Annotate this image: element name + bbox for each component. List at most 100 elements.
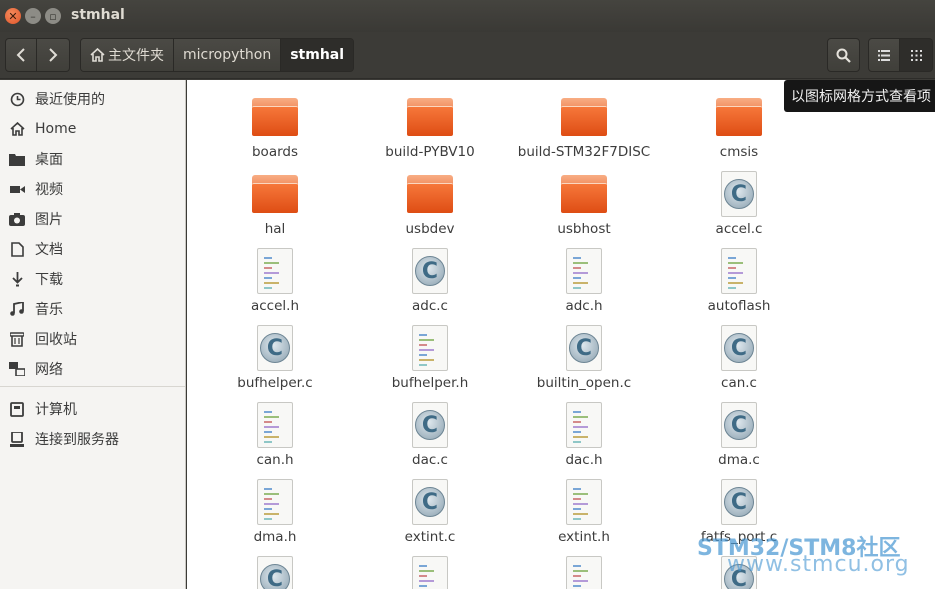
sidebar-item-label: 图片 xyxy=(35,212,63,228)
server-icon xyxy=(8,431,26,447)
sidebar-item-label: 桌面 xyxy=(35,152,63,168)
forward-button[interactable] xyxy=(37,38,70,72)
c-source-file-icon: C xyxy=(245,554,305,589)
grid-view-icon xyxy=(910,49,922,61)
file-item[interactable]: Cdac.c xyxy=(355,400,505,468)
network-icon xyxy=(8,361,26,377)
file-name: can.c xyxy=(721,375,757,391)
text-file-icon xyxy=(554,400,614,452)
file-item[interactable]: Caccel.c xyxy=(664,169,814,237)
sidebar-item-10[interactable]: 网络 xyxy=(0,354,185,384)
file-name: extint.c xyxy=(404,529,456,545)
sidebar-item-label: 视频 xyxy=(35,182,63,198)
sidebar-item-label: 音乐 xyxy=(35,302,63,318)
sidebar-item-7[interactable]: 下载 xyxy=(0,264,185,294)
file-item[interactable]: extint.h xyxy=(509,477,659,545)
c-source-file-icon: C xyxy=(400,477,460,529)
file-item[interactable]: accel.h xyxy=(200,246,350,314)
file-name: accel.c xyxy=(715,221,763,237)
sidebar-item-8[interactable]: 音乐 xyxy=(0,294,185,324)
folder-item[interactable]: usbhost xyxy=(509,169,659,237)
sidebar: 最近使用的 Home 桌面视频图片文档下载音乐回收站网络计算机 连接到服务器 xyxy=(0,80,186,589)
file-item[interactable]: autoflash xyxy=(664,246,814,314)
folder-item[interactable]: boards xyxy=(200,92,350,160)
sidebar-item-9[interactable]: 回收站 xyxy=(0,324,185,354)
sidebar-separator xyxy=(0,386,185,387)
file-item[interactable]: dac.h xyxy=(509,400,659,468)
folder-item[interactable]: usbdev xyxy=(355,169,505,237)
file-name: dac.h xyxy=(565,452,603,468)
breadcrumb-label: stmhal xyxy=(290,47,345,63)
folder-item[interactable]: build-PYBV10 xyxy=(355,92,505,160)
chevron-left-icon xyxy=(16,48,25,62)
sidebar-item-11[interactable]: 计算机 xyxy=(0,394,185,424)
file-name: boards xyxy=(251,144,299,160)
file-item[interactable]: dma.h xyxy=(200,477,350,545)
list-view-button[interactable] xyxy=(868,38,900,72)
file-item[interactable]: Cdma.c xyxy=(664,400,814,468)
search-button[interactable] xyxy=(827,38,860,72)
breadcrumb-home[interactable]: 主文件夹 xyxy=(81,39,174,71)
breadcrumb-label: micropython xyxy=(183,47,272,63)
file-item[interactable] xyxy=(355,554,505,589)
file-item[interactable] xyxy=(509,554,659,589)
file-item[interactable]: Ccan.c xyxy=(664,323,814,391)
c-source-file-icon: C xyxy=(709,477,769,529)
file-name: bufhelper.h xyxy=(391,375,469,391)
file-item[interactable]: Cbuiltin_open.c xyxy=(509,323,659,391)
trash-icon xyxy=(8,331,26,347)
breadcrumb: 主文件夹 micropython stmhal xyxy=(80,38,355,72)
file-name: extint.h xyxy=(558,529,610,545)
sidebar-item-3[interactable]: 桌面 xyxy=(0,144,185,174)
sidebar-item-label: 回收站 xyxy=(35,332,77,348)
file-item[interactable]: C xyxy=(200,554,350,589)
desktop-folder-icon xyxy=(8,151,26,167)
text-file-icon xyxy=(554,246,614,298)
file-name: cmsis xyxy=(719,144,759,160)
document-icon xyxy=(8,241,26,257)
grid-view-button[interactable] xyxy=(900,38,933,72)
file-name: builtin_open.c xyxy=(536,375,632,391)
file-item[interactable]: Cadc.c xyxy=(355,246,505,314)
c-source-file-icon: C xyxy=(400,246,460,298)
breadcrumb-stmhal[interactable]: stmhal xyxy=(281,39,354,71)
file-name: adc.c xyxy=(412,298,448,314)
music-icon xyxy=(8,301,26,317)
file-item[interactable]: Cextint.c xyxy=(355,477,505,545)
text-file-icon xyxy=(554,554,614,589)
sidebar-item-5[interactable]: 图片 xyxy=(0,204,185,234)
file-item[interactable]: Cbufhelper.c xyxy=(200,323,350,391)
breadcrumb-micropython[interactable]: micropython xyxy=(174,39,282,71)
maximize-window-button[interactable]: ▫ xyxy=(45,8,61,24)
c-source-file-icon: C xyxy=(709,323,769,375)
file-item[interactable]: bufhelper.h xyxy=(355,323,505,391)
folder-icon xyxy=(554,169,614,221)
list-view-icon xyxy=(878,49,890,61)
close-window-button[interactable]: ✕ xyxy=(5,8,21,24)
toolbar: 主文件夹 micropython stmhal xyxy=(0,32,935,79)
folder-icon xyxy=(245,92,305,144)
sidebar-item-4[interactable]: 视频 xyxy=(0,174,185,204)
file-item[interactable]: adc.h xyxy=(509,246,659,314)
sidebar-item-1[interactable]: 最近使用的 xyxy=(0,84,185,114)
c-source-file-icon: C xyxy=(400,400,460,452)
folder-item[interactable]: build-STM32F7DISC xyxy=(509,92,659,160)
minimize-window-button[interactable]: – xyxy=(25,8,41,24)
file-item[interactable]: can.h xyxy=(200,400,350,468)
search-icon xyxy=(836,48,851,63)
folder-item[interactable]: hal xyxy=(200,169,350,237)
download-icon xyxy=(8,271,26,287)
sidebar-item-6[interactable]: 文档 xyxy=(0,234,185,264)
clock-icon xyxy=(8,91,26,107)
tooltip: 以图标网格方式查看项 xyxy=(784,80,935,112)
sidebar-item-label: 文档 xyxy=(35,242,63,258)
home-icon xyxy=(90,48,105,62)
sidebar-item-label: 最近使用的 xyxy=(35,92,105,108)
file-name: adc.h xyxy=(565,298,603,314)
file-name: dac.c xyxy=(412,452,448,468)
file-name: build-PYBV10 xyxy=(385,144,475,160)
sidebar-item-2[interactable]: Home xyxy=(0,114,185,144)
back-button[interactable] xyxy=(5,38,37,72)
computer-icon xyxy=(8,401,26,417)
sidebar-item-12[interactable]: 连接到服务器 xyxy=(0,424,185,454)
